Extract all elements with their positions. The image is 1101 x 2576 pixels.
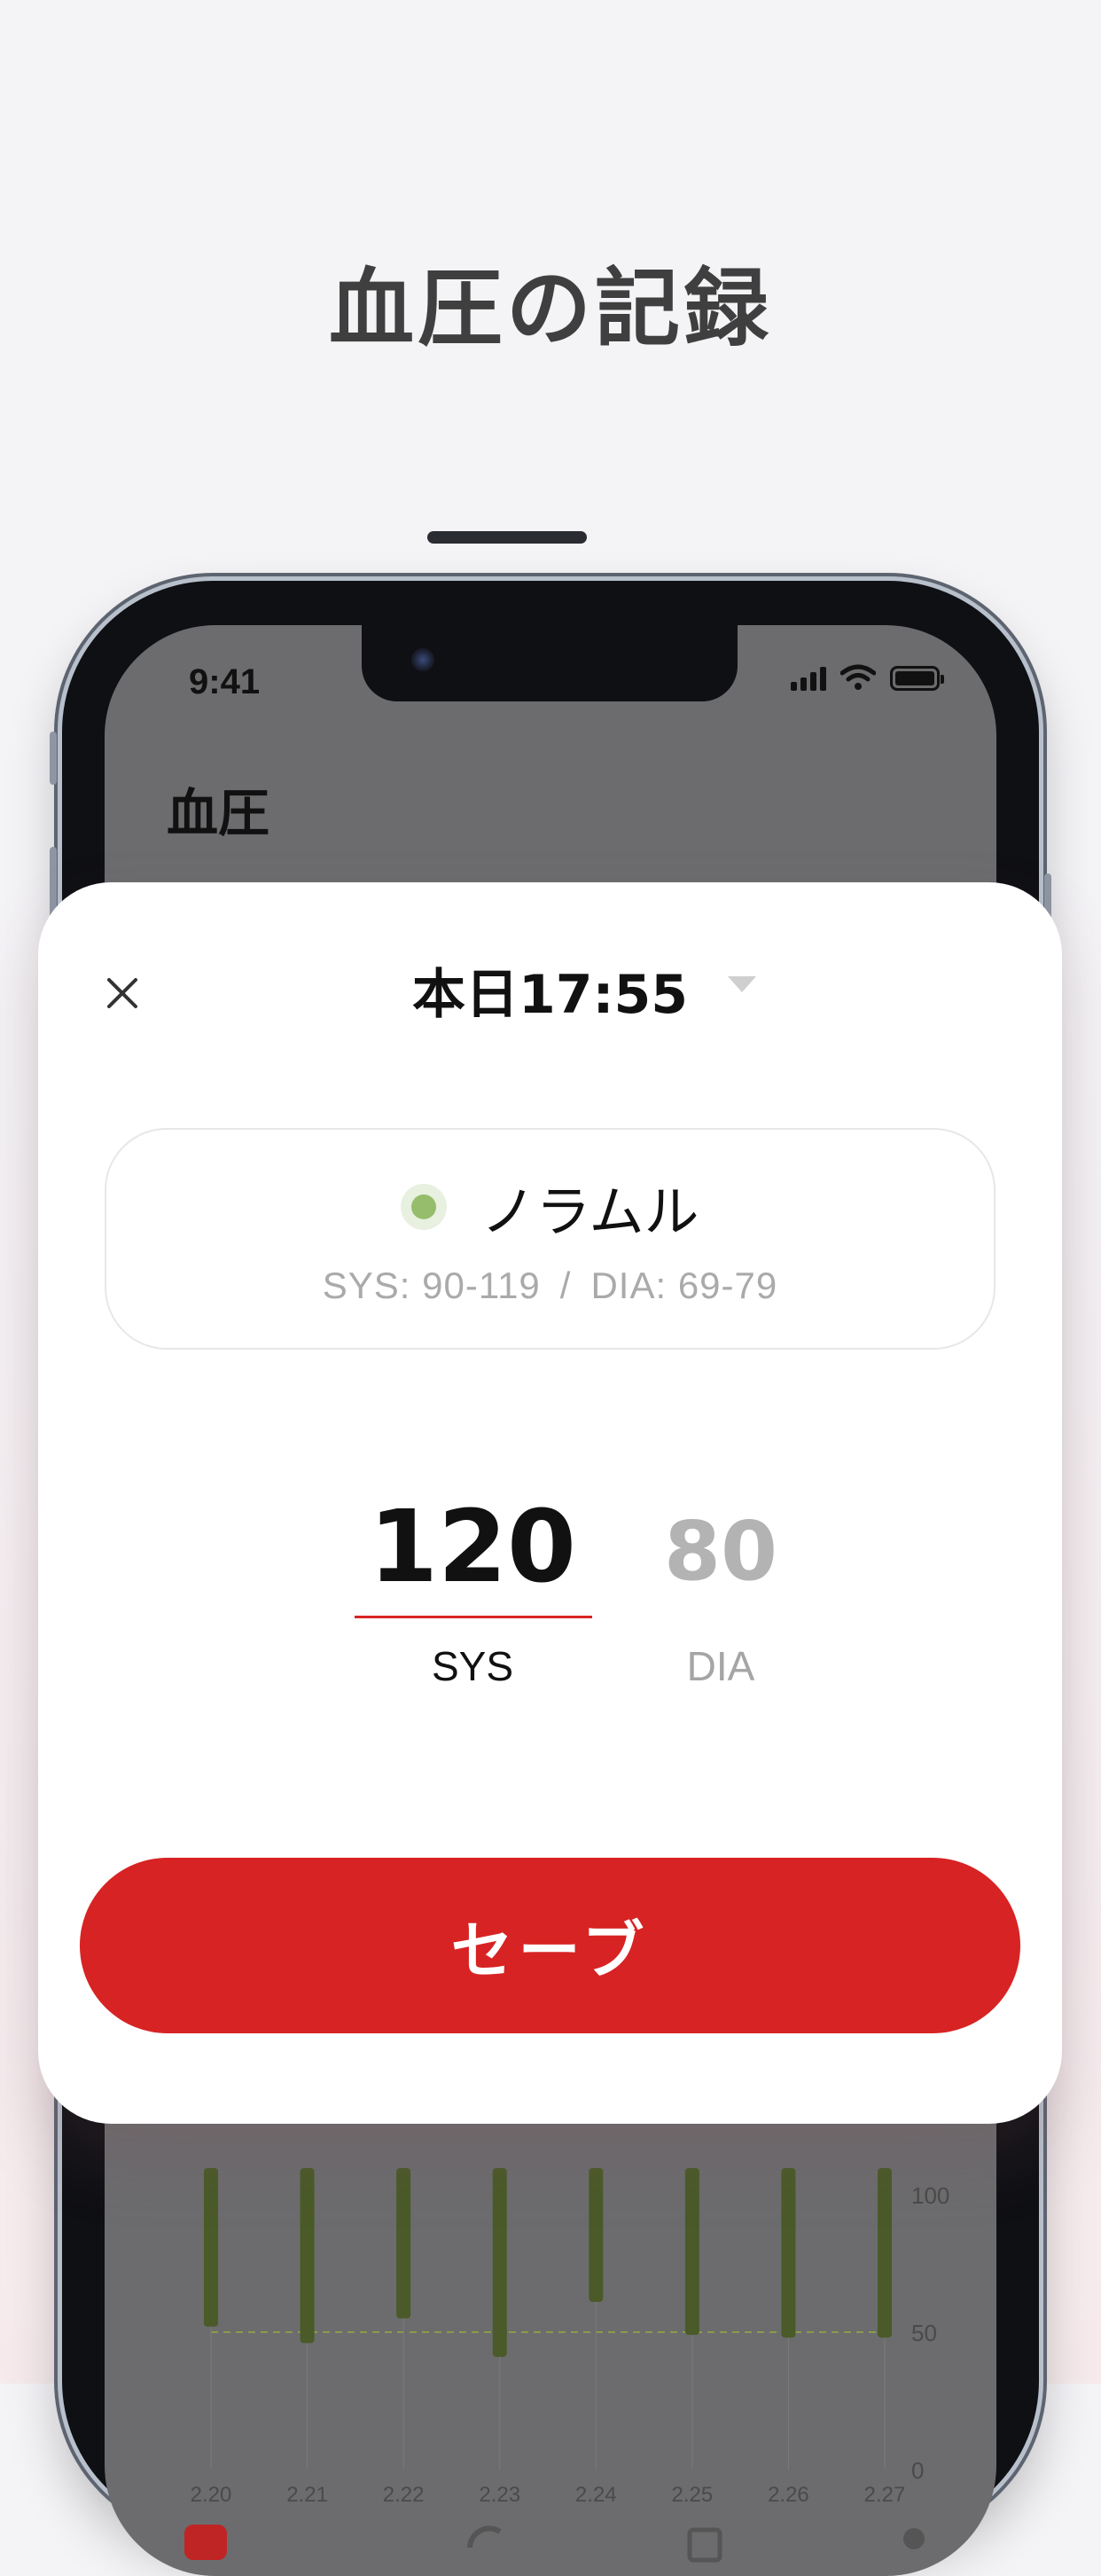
y-tick-label: 50 <box>911 2320 937 2346</box>
x-tick-label: 2.22 <box>383 2483 425 2505</box>
bar <box>204 2168 218 2327</box>
tab-report-icon <box>687 2527 722 2563</box>
bar <box>684 2168 699 2336</box>
x-tick-label: 2.27 <box>864 2483 906 2505</box>
status-dot-icon <box>401 1184 448 1230</box>
front-camera-icon <box>411 648 434 671</box>
bar <box>396 2168 411 2319</box>
silent-switch <box>50 732 57 785</box>
x-tick-label: 2.24 <box>575 2483 617 2505</box>
speaker-grille <box>427 531 587 544</box>
category-label: ノラムル <box>480 1179 699 1244</box>
battery-icon <box>890 666 944 691</box>
tab-profile-icon <box>903 2528 925 2549</box>
sys-value-input[interactable]: 120 <box>353 1490 592 1605</box>
background-bar-chart: 0 50 100 2.20 2.21 2.22 2.23 2.24 2.25 2.26 2.27 <box>191 2168 949 2505</box>
tab-history-icon <box>467 2525 502 2549</box>
range-separator: / <box>559 1265 572 1306</box>
sys-range: SYS: 90-119 <box>322 1265 541 1306</box>
category-card: ノラムル SYS: 90-119 / DIA: 69-79 <box>105 1128 996 1350</box>
tab-heart-icon <box>184 2525 227 2560</box>
x-tick-label: 2.23 <box>479 2483 520 2505</box>
bar <box>589 2168 604 2302</box>
sys-focus-underline <box>355 1616 592 1618</box>
bar <box>781 2168 796 2338</box>
x-tick-label: 2.26 <box>768 2483 809 2505</box>
dia-range: DIA: 69-79 <box>590 1265 778 1306</box>
tab-bar <box>184 2525 925 2563</box>
y-tick-label: 100 <box>911 2182 949 2209</box>
bar <box>878 2168 892 2338</box>
y-tick-label: 0 <box>911 2457 924 2484</box>
status-icons <box>791 664 944 691</box>
app-title: 血圧 <box>167 783 270 843</box>
notch <box>362 625 738 701</box>
bar <box>300 2168 315 2344</box>
sys-label: SYS <box>431 1643 514 1689</box>
x-tick-label: 2.25 <box>671 2483 713 2505</box>
dia-label: DIA <box>686 1643 755 1689</box>
dia-value-input[interactable]: 80 <box>632 1504 809 1599</box>
reading-inputs: 120 SYS 80 DIA <box>38 1490 1062 1689</box>
date-selector[interactable]: 本日17:55 <box>38 951 1062 1029</box>
add-record-sheet: 本日17:55 ノラムル SYS: 90-119 / DIA: 69-79 120 … <box>38 882 1062 2124</box>
status-time: 9:41 <box>189 662 261 701</box>
bar <box>492 2168 507 2357</box>
x-tick-label: 2.21 <box>286 2483 328 2505</box>
save-button[interactable]: セーブ <box>80 1858 1020 2033</box>
headline: 血圧の記録 <box>329 259 772 358</box>
wifi-icon <box>840 664 876 690</box>
x-tick-label: 2.20 <box>191 2483 232 2505</box>
cellular-signal-icon <box>791 664 826 691</box>
range-text: SYS: 90-119 / DIA: 69-79 <box>106 1265 994 1307</box>
chevron-down-icon[interactable] <box>728 976 756 992</box>
